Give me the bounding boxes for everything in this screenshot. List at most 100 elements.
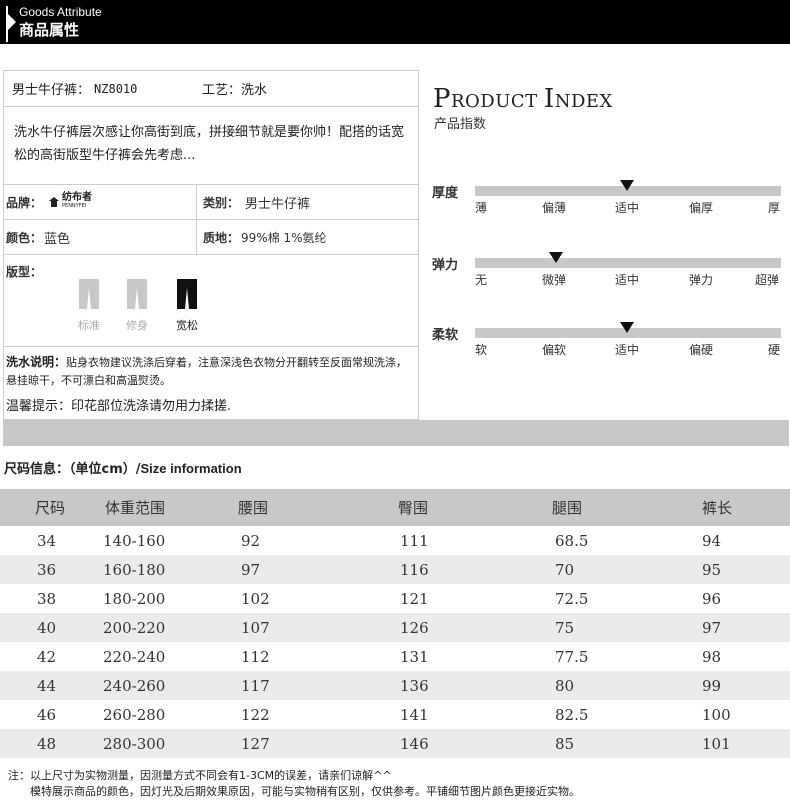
table-cell: 122 — [241, 705, 270, 724]
wash-text: 贴身衣物建议洗涤后穿着，注意深浅色衣物分开翻转至反面常规洗涤，悬挂晾干，不可漂白… — [6, 356, 408, 387]
brand-name-cn: 纺布者 — [62, 192, 93, 203]
brand-name-en: PENNYFEI — [62, 203, 87, 209]
table-cell: 70 — [548, 555, 702, 584]
description-row: 洗水牛仔裤层次感让你高街到底，拼接细节就是要你帅！配搭的话宽松的高街版型牛仔裤会… — [4, 107, 418, 185]
table-row: 38 180-200 102 121 72.5 96 — [0, 584, 790, 613]
meter-tick: 偏厚 — [689, 201, 714, 215]
table-cell: 102 — [241, 589, 270, 608]
table-cell: 97 — [702, 613, 790, 642]
column-header: 尺码 — [0, 489, 100, 526]
name-label: 男士牛仔裤： — [12, 83, 91, 98]
meter-tick: 适中 — [615, 201, 640, 215]
table-cell: 42 — [37, 647, 57, 666]
table-cell: 96 — [702, 589, 722, 608]
table-cell: 111 — [400, 531, 429, 550]
table-cell: 99 — [702, 671, 790, 700]
meter-tick: 适中 — [615, 273, 640, 287]
section-header: Goods Attribute 商品属性 — [0, 0, 790, 44]
table-cell: 97 — [238, 555, 395, 584]
table-cell: 82.5 — [555, 705, 589, 724]
table-cell: 95 — [702, 555, 790, 584]
table-cell: 240-260 — [100, 671, 238, 700]
table-cell: 92 — [241, 531, 261, 550]
meter-track — [475, 258, 781, 268]
table-cell: 127 — [238, 729, 395, 758]
table-cell: 200-220 — [100, 613, 238, 642]
table-cell: 40 — [0, 613, 100, 642]
meter-tick: 偏硬 — [689, 343, 714, 357]
fit-standard-label: 标准 — [78, 319, 100, 332]
table-cell: 121 — [400, 589, 429, 608]
header-arrow-icon — [8, 14, 16, 30]
table-cell: 36 — [0, 555, 100, 584]
fit-standard: 标准 — [74, 279, 104, 333]
craft-label: 工艺： — [202, 83, 242, 98]
meter-tick: 无 — [475, 273, 488, 287]
material-value: 99%棉 1%氨纶 — [241, 230, 327, 245]
section-divider — [3, 420, 789, 446]
meter-pointer-icon — [549, 252, 563, 263]
fit-slim: 修身 — [122, 279, 152, 333]
brand-row: 品牌： 纺布者 PENNYFEI 类别： 男士牛仔裤 — [4, 185, 418, 220]
color-label: 颜色： — [6, 230, 43, 245]
table-row: 36 160-180 97 116 70 95 — [0, 555, 790, 584]
table-cell: 38 — [37, 589, 57, 608]
name-row: 男士牛仔裤： NZ8010 工艺： 洗水 — [4, 71, 418, 107]
table-cell: 131 — [400, 647, 429, 666]
table-cell: 34 — [37, 531, 57, 550]
attribute-panel: 男士牛仔裤： NZ8010 工艺： 洗水 洗水牛仔裤层次感让你高街到底，拼接细节… — [3, 70, 419, 420]
table-cell: 117 — [238, 671, 395, 700]
table-cell: 80 — [548, 671, 702, 700]
table-cell: 46 — [37, 705, 57, 724]
name-value: NZ8010 — [94, 81, 138, 96]
pants-loose-icon — [177, 279, 197, 309]
table-cell: 48 — [0, 729, 100, 758]
table-row: 48 280-300 127 146 85 101 — [0, 729, 790, 758]
pants-slim-icon — [127, 279, 147, 309]
fit-loose: 宽松 — [172, 279, 202, 333]
meter-tick: 适中 — [615, 343, 640, 357]
fit-loose-label: 宽松 — [176, 319, 198, 332]
table-cell: 260-280 — [103, 705, 166, 724]
column-header: 腰围 — [238, 489, 395, 526]
meter-tick: 偏薄 — [542, 201, 567, 215]
table-cell: 140-160 — [103, 531, 166, 550]
table-cell: 68.5 — [555, 531, 589, 550]
meter-tick: 软 — [475, 343, 488, 357]
table-cell: 75 — [548, 613, 702, 642]
table-cell: 101 — [702, 729, 790, 758]
wash-section: 洗水说明：贴身衣物建议洗涤后穿着，注意深浅色衣物分开翻转至反面常规洗涤，悬挂晾干… — [6, 353, 416, 390]
notes: 注：以上尺寸为实物测量，因测量方式不同会有1-3CM的误差，请亲们谅解^^ 模特… — [8, 768, 580, 800]
size-heading-cn: 尺码信息：（单位cm）/ — [4, 462, 141, 477]
table-cell: 116 — [395, 555, 548, 584]
meter-tick: 弹力 — [689, 273, 714, 287]
brand-label: 品牌： — [6, 195, 43, 210]
pants-standard-icon — [79, 279, 99, 309]
fit-slim-label: 修身 — [126, 319, 148, 332]
meter-label: 弹力 — [432, 258, 459, 273]
size-table-header: 尺码 体重范围 腰围 臀围 腿围 裤长 — [0, 489, 790, 526]
size-heading-en: Size information — [140, 461, 242, 476]
column-header: 臀围 — [395, 489, 548, 526]
table-cell: 100 — [702, 705, 731, 724]
table-cell: 112 — [241, 647, 270, 666]
table-row: 46 260-280 122 141 82.5 100 — [0, 700, 790, 729]
table-cell: 72.5 — [555, 589, 589, 608]
wash-label: 洗水说明： — [6, 355, 67, 369]
meter-label: 柔软 — [432, 328, 459, 343]
color-value: 蓝色 — [44, 231, 71, 247]
fit-label: 版型： — [6, 265, 43, 279]
table-row: 42 220-240 112 131 77.5 98 — [0, 642, 790, 671]
table-cell: 220-240 — [103, 647, 166, 666]
note-line-1: 注：以上尺寸为实物测量，因测量方式不同会有1-3CM的误差，请亲们谅解^^ — [8, 769, 392, 782]
meter-tick: 薄 — [475, 201, 488, 215]
table-cell: 85 — [548, 729, 702, 758]
column-header: 体重范围 — [100, 489, 238, 526]
header-title-en: Goods Attribute — [19, 5, 102, 19]
note-line-2: 模特展示商品的颜色，因灯光及后期效果原因，可能与实物稍有区别，仅供参考。平铺细节… — [30, 785, 580, 798]
meter-pointer-icon — [620, 180, 634, 191]
table-cell: 98 — [702, 647, 722, 666]
table-cell: 44 — [0, 671, 100, 700]
table-cell: 77.5 — [555, 647, 589, 666]
column-header: 腿围 — [548, 489, 702, 526]
